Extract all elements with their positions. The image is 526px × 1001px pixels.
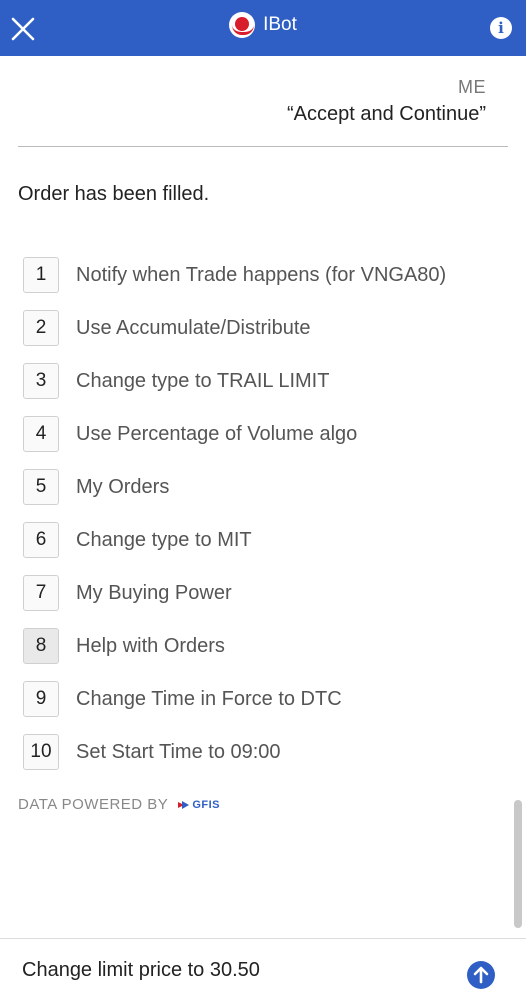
info-icon[interactable]: i: [490, 17, 512, 39]
suggestion-item[interactable]: 6 Change type to MIT: [23, 521, 252, 559]
scrollbar[interactable]: [514, 800, 522, 928]
user-message: “Accept and Continue”: [286, 103, 486, 125]
suggestion-number: 3: [23, 363, 59, 399]
suggestion-number: 4: [23, 416, 59, 452]
suggestion-number: 9: [23, 681, 59, 717]
suggestion-label: Change Time in Force to DTC: [76, 687, 342, 710]
suggestion-number: 7: [23, 575, 59, 611]
suggestion-label: Use Accumulate/Distribute: [76, 316, 311, 339]
suggestion-item[interactable]: 3 Change type to TRAIL LIMIT: [23, 362, 329, 400]
suggestion-label: My Orders: [76, 475, 170, 498]
message-divider: [18, 146, 508, 147]
suggestion-item[interactable]: 10 Set Start Time to 09:00: [23, 733, 281, 771]
header-bar: IBot i: [0, 0, 526, 56]
app-title: IBot: [263, 14, 297, 35]
bot-message: Order has been filled.: [18, 183, 210, 205]
suggestion-item[interactable]: 7 My Buying Power: [23, 574, 232, 612]
send-icon[interactable]: [467, 961, 495, 989]
suggestion-item[interactable]: 1 Notify when Trade happens (for VNGA80): [23, 256, 446, 294]
suggestion-number: 10: [23, 734, 59, 770]
suggestion-number: 2: [23, 310, 59, 346]
suggestion-label: Change type to MIT: [76, 528, 252, 551]
suggestion-label: Use Percentage of Volume algo: [76, 422, 358, 445]
suggestion-label: Notify when Trade happens (for VNGA80): [76, 263, 447, 286]
suggestion-label: Change type to TRAIL LIMIT: [76, 369, 330, 392]
suggestion-label: Set Start Time to 09:00: [76, 740, 281, 763]
brand: IBot: [0, 8, 526, 42]
suggestion-number: 8: [23, 628, 59, 664]
provider-name: GFIS: [192, 798, 220, 811]
gfis-mark-icon: [178, 800, 190, 809]
suggestion-number: 1: [23, 257, 59, 293]
suggestion-number: 6: [23, 522, 59, 558]
suggestion-item[interactable]: 9 Change Time in Force to DTC: [23, 680, 342, 718]
gfis-logo: GFIS: [178, 799, 220, 811]
suggestion-item[interactable]: 8 Help with Orders: [23, 627, 225, 665]
suggestion-label: Help with Orders: [76, 634, 225, 657]
suggestion-item[interactable]: 5 My Orders: [23, 468, 169, 506]
ibot-logo-icon: [229, 12, 256, 38]
message-input[interactable]: [22, 955, 442, 985]
suggestion-label: My Buying Power: [76, 581, 232, 604]
message-composer: [0, 938, 526, 1001]
suggestion-item[interactable]: 4 Use Percentage of Volume algo: [23, 415, 357, 453]
suggestion-number: 5: [23, 469, 59, 505]
message-sender: ME: [458, 77, 486, 97]
suggestion-item[interactable]: 2 Use Accumulate/Distribute: [23, 309, 311, 347]
data-attribution: DATA POWERED BY GFIS: [18, 796, 220, 813]
powered-by-label: DATA POWERED BY: [18, 796, 169, 813]
